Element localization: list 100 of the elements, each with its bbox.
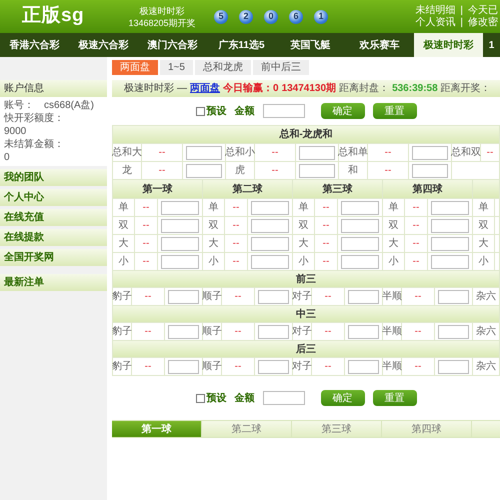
amount-input[interactable] <box>348 360 379 374</box>
sidebar-item[interactable]: 在线充值 <box>0 209 107 226</box>
amount-field[interactable] <box>262 104 304 118</box>
odds-text: -- <box>414 325 422 339</box>
bet-label: 小 <box>388 254 398 269</box>
amount-input[interactable] <box>258 360 289 374</box>
nav-tab[interactable]: 极速六合彩 <box>69 33 138 57</box>
sidebar-item[interactable]: 在线提款 <box>0 229 107 246</box>
amount-input[interactable] <box>348 324 379 338</box>
confirm-button[interactable]: 确定 <box>320 103 364 119</box>
bet-label: 杂六 <box>476 290 496 304</box>
section-header: 前三 <box>113 271 500 288</box>
amount-input[interactable] <box>341 254 379 268</box>
bet-label: 小 <box>208 254 218 269</box>
sidebar-item[interactable]: 全国开奖网 <box>0 249 107 266</box>
ball-tab[interactable]: 第二球 <box>202 421 292 437</box>
bet-label: 对子 <box>292 360 312 374</box>
sidebar-item[interactable]: 最新注单 <box>0 274 107 291</box>
amount-input[interactable] <box>251 218 289 232</box>
odds-text: -- <box>144 360 152 374</box>
link-separator: | <box>460 4 463 16</box>
bet-label: 大 <box>478 236 488 251</box>
nav-tab[interactable]: 广东11选5 <box>207 33 276 57</box>
amount-input[interactable] <box>186 146 222 160</box>
amount-input[interactable] <box>251 254 289 268</box>
amount-input[interactable] <box>431 200 469 214</box>
nav-tab[interactable]: 极速时时彩 <box>414 33 483 57</box>
bet-label: 总和单 <box>338 146 368 160</box>
amount-input[interactable] <box>258 290 289 304</box>
amount-input[interactable] <box>341 200 379 214</box>
sub-tab[interactable]: 1~5 <box>160 60 193 75</box>
amount-input[interactable] <box>438 290 469 304</box>
confirm-button[interactable]: 确定 <box>320 390 364 406</box>
odds-text: -- <box>486 146 494 160</box>
bet-label: 大 <box>208 236 218 251</box>
odds-text: -- <box>272 146 278 160</box>
header-link[interactable]: 修改密 <box>468 16 498 28</box>
ball-tab[interactable]: 第四球 <box>382 421 472 437</box>
bet-label: 对子 <box>292 324 312 339</box>
amount-input[interactable] <box>299 164 335 178</box>
amount-input[interactable] <box>186 164 222 178</box>
odds-text: -- <box>158 164 166 178</box>
reset-button[interactable]: 重置 <box>372 103 416 119</box>
sub-tab[interactable]: 两面盘 <box>112 60 158 75</box>
bet-label: 小 <box>478 254 488 269</box>
amount-input[interactable] <box>161 200 199 214</box>
amount-input[interactable] <box>161 218 199 232</box>
amount-input[interactable] <box>168 290 199 304</box>
amount-input[interactable] <box>251 236 289 250</box>
preset-checkbox[interactable] <box>196 394 204 402</box>
odds-text: -- <box>384 164 392 178</box>
sub-tab[interactable]: 总和龙虎 <box>194 60 251 75</box>
bet-label: 单 <box>208 200 218 215</box>
ball-tab[interactable]: 第一球 <box>112 421 202 437</box>
bet-label: 杂六 <box>476 324 496 339</box>
account-value: 9000 <box>4 125 28 138</box>
amount-input[interactable] <box>412 146 448 160</box>
reset-button[interactable]: 重置 <box>372 390 416 406</box>
amount-input[interactable] <box>438 360 469 374</box>
odds-text: -- <box>144 290 152 304</box>
amount-input[interactable] <box>348 290 379 304</box>
amount-input[interactable] <box>258 324 289 338</box>
sub-tab[interactable]: 前中后三 <box>252 60 309 75</box>
amount-input[interactable] <box>341 236 379 250</box>
sidebar-item[interactable]: 个人中心 <box>0 189 107 206</box>
amount-input[interactable] <box>299 146 335 160</box>
bet-label: 豹子 <box>112 325 132 339</box>
amount-field[interactable] <box>262 391 304 405</box>
amount-input[interactable] <box>431 218 469 232</box>
ball-tab[interactable]: 第三球 <box>292 421 382 437</box>
odds-text: -- <box>232 201 240 215</box>
amount-input[interactable] <box>161 236 199 250</box>
nav-tab[interactable]: 澳门六合彩 <box>138 33 207 57</box>
period-text: 13474130期 <box>282 82 336 96</box>
odds-text: -- <box>322 255 330 269</box>
amount-input[interactable] <box>161 254 199 268</box>
nav-tab[interactable]: 1 <box>483 33 500 57</box>
amount-input[interactable] <box>412 164 448 178</box>
amount-input[interactable] <box>251 200 289 214</box>
nav-tab[interactable]: 欢乐赛车 <box>345 33 414 57</box>
preset-label: 预设 <box>206 392 226 406</box>
amount-label: 金额 <box>234 391 254 406</box>
odds-text: -- <box>324 290 332 304</box>
mode-link[interactable]: 两面盘 <box>190 81 220 96</box>
amount-input[interactable] <box>431 236 469 250</box>
column-header: 第一球 <box>113 180 203 199</box>
sidebar-item[interactable]: 我的团队 <box>0 169 107 186</box>
nav-tab[interactable]: 香港六合彩 <box>0 33 69 57</box>
amount-input[interactable] <box>341 218 379 232</box>
bet-label: 半顺 <box>382 324 402 339</box>
amount-input[interactable] <box>168 324 199 338</box>
nav-tab[interactable]: 英国飞艇 <box>276 33 345 57</box>
preset-checkbox[interactable] <box>196 106 204 116</box>
bet-label: 小 <box>118 254 128 269</box>
header-link[interactable]: 个人资讯 <box>415 16 456 28</box>
bet-label: 龙 <box>122 164 132 178</box>
amount-input[interactable] <box>438 324 469 338</box>
amount-input[interactable] <box>431 254 469 268</box>
amount-input[interactable] <box>168 360 199 374</box>
odds-text: -- <box>414 360 422 374</box>
